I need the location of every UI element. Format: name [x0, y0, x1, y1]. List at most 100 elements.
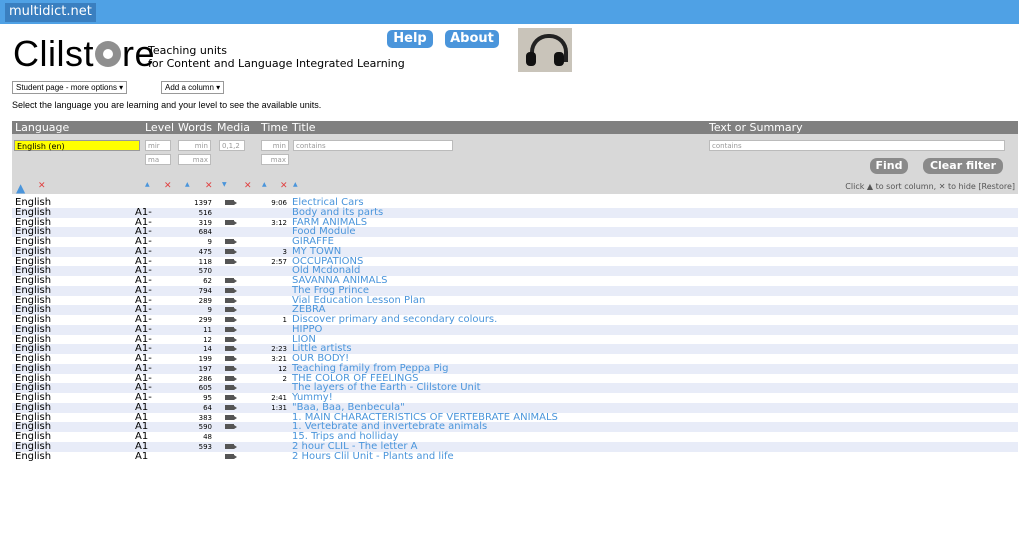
row-words: 605: [198, 384, 212, 393]
video-camera-icon: [225, 346, 237, 352]
table-row: English A1 383 1. MAIN CHARACTERISTICS OF V…: [12, 412, 1018, 423]
add-column-select[interactable]: Add a column ▾: [161, 81, 225, 94]
video-camera-icon: [225, 287, 237, 293]
title-filter-input[interactable]: contains: [293, 140, 453, 151]
video-camera-icon: [225, 307, 237, 313]
table-row: English A1- 605 The layers of the Earth - C…: [12, 383, 1018, 393]
video-camera-icon: [225, 365, 237, 371]
table-row: English A1- 199 3:21 OUR BODY!: [12, 354, 1018, 364]
video-camera-icon: [225, 297, 237, 303]
find-button[interactable]: Find: [870, 158, 908, 174]
table-row: English A1- 794 The Frog Prince: [12, 285, 1018, 296]
table-row: English A1- 475 3 MY TOWN: [12, 246, 1018, 257]
row-time: 1:31: [271, 403, 287, 412]
row-words: 319: [198, 218, 212, 227]
sort-hint[interactable]: Click ▲ to sort column, ✕ to hide [Resto…: [845, 182, 1015, 191]
sort-level-icon[interactable]: ▲: [145, 181, 150, 188]
level-min-input[interactable]: mir: [145, 140, 171, 151]
about-button[interactable]: About: [445, 30, 499, 48]
video-camera-icon: [225, 336, 237, 342]
sort-media-icon[interactable]: ▼: [222, 181, 227, 188]
table-row: English A1- 289 Vial Education Lesson Plan: [12, 295, 1018, 306]
language-select[interactable]: English (en): [14, 140, 140, 151]
row-time: 12: [278, 364, 287, 373]
hide-words-icon[interactable]: ✕: [205, 181, 213, 191]
table-row: English A1 590 1. Vertebrate and invertebra…: [12, 422, 1018, 432]
row-time: 3:21: [271, 355, 287, 363]
table-row: English A1- 62 SAVANNA ANIMALS: [12, 276, 1018, 286]
hide-media-icon[interactable]: ✕: [244, 181, 252, 191]
table-row: English A1 2 Hours Clil Unit - Plants and …: [12, 451, 1018, 462]
table-row: English A1- 319 3:12 FARM ANIMALS: [12, 217, 1018, 228]
row-words: 95: [203, 394, 212, 402]
globe-gear-icon: [95, 41, 121, 67]
row-time: 2: [282, 374, 287, 383]
col-language[interactable]: Language: [15, 121, 69, 134]
row-words: 1397: [194, 199, 212, 207]
row-words: 289: [198, 296, 212, 305]
words-min-input[interactable]: min: [178, 140, 211, 151]
video-camera-icon: [225, 414, 237, 420]
row-time: 2:57: [271, 257, 287, 266]
table-row: English A1- 684 Food Module: [12, 227, 1018, 237]
table-row: English A1- 9 GIRAFFE: [12, 237, 1018, 247]
row-words: 570: [198, 267, 212, 276]
top-bar: multidict.net: [0, 0, 1019, 24]
row-words: 794: [198, 286, 212, 295]
help-button[interactable]: Help: [387, 30, 433, 48]
col-time[interactable]: Time: [261, 121, 288, 134]
col-title[interactable]: Title: [292, 121, 316, 134]
headphones-image: [518, 28, 572, 72]
hide-language-icon[interactable]: ✕: [38, 181, 46, 191]
row-time: 1: [282, 316, 287, 324]
col-level[interactable]: Level: [145, 121, 174, 134]
video-camera-icon: [225, 278, 237, 283]
time-min-input[interactable]: min: [261, 140, 289, 151]
row-title-link[interactable]: 2 Hours Clil Unit - Plants and life: [292, 451, 454, 462]
table-row: English A1- 14 2:23 Little artists: [12, 344, 1018, 354]
video-camera-icon: [225, 248, 237, 254]
student-page-select[interactable]: Student page - more options ▾: [12, 81, 128, 94]
clear-filter-button[interactable]: Clear filter: [923, 158, 1003, 174]
headphones-cup-left-shape: [526, 52, 536, 66]
sort-title-icon[interactable]: ▲: [293, 181, 298, 188]
col-media[interactable]: Media: [217, 121, 250, 134]
table-row: English 1397 9:06 Electrical Cars: [12, 198, 1018, 208]
media-filter-input[interactable]: 0,1,2: [219, 140, 245, 151]
text-filter-input[interactable]: contains: [709, 140, 1005, 151]
tagline-line-2: for Content and Language Integrated Lear…: [148, 57, 405, 70]
row-words: 299: [198, 316, 212, 324]
table-row: English A1- 9 ZEBRA: [12, 305, 1018, 315]
video-camera-icon: [225, 395, 237, 400]
row-title-link[interactable]: Discover primary and secondary colours.: [292, 315, 497, 325]
video-camera-icon: [225, 239, 237, 244]
sort-words-icon[interactable]: ▲: [185, 181, 190, 188]
row-words: 199: [198, 355, 212, 363]
sort-time-icon[interactable]: ▲: [262, 181, 267, 188]
table-row: English A1- 286 2 THE COLOR OF FEELINGS: [12, 373, 1018, 384]
site-brand-link[interactable]: multidict.net: [5, 3, 96, 22]
video-camera-icon: [225, 317, 237, 322]
table-row: English A1 48 15. Trips and holliday: [12, 432, 1018, 442]
logo-text-1: Clilst: [13, 33, 94, 74]
words-max-input[interactable]: max: [178, 154, 211, 165]
row-time: 3: [282, 247, 287, 256]
row-words: 64: [203, 403, 212, 412]
units-table-body: English 1397 9:06 Electrical Cars English A1-…: [12, 198, 1018, 461]
row-words: 197: [198, 364, 212, 373]
clilstore-logo[interactable]: Clilst re: [13, 36, 155, 72]
level-max-input[interactable]: ma: [145, 154, 171, 165]
tagline: Teaching units for Content and Language …: [148, 44, 405, 70]
col-words[interactable]: Words: [178, 121, 212, 134]
time-max-input[interactable]: max: [261, 154, 289, 165]
sort-language-icon[interactable]: ▲: [16, 181, 25, 195]
video-camera-icon: [225, 424, 237, 430]
video-camera-icon: [225, 219, 237, 225]
hide-time-icon[interactable]: ✕: [280, 181, 288, 191]
col-text[interactable]: Text or Summary: [709, 121, 803, 134]
row-words: 516: [198, 208, 212, 217]
hide-level-icon[interactable]: ✕: [164, 181, 172, 191]
row-time: 2:41: [271, 394, 287, 402]
row-words: 593: [198, 442, 212, 451]
instruction-text: Select the language you are learning and…: [12, 100, 322, 110]
